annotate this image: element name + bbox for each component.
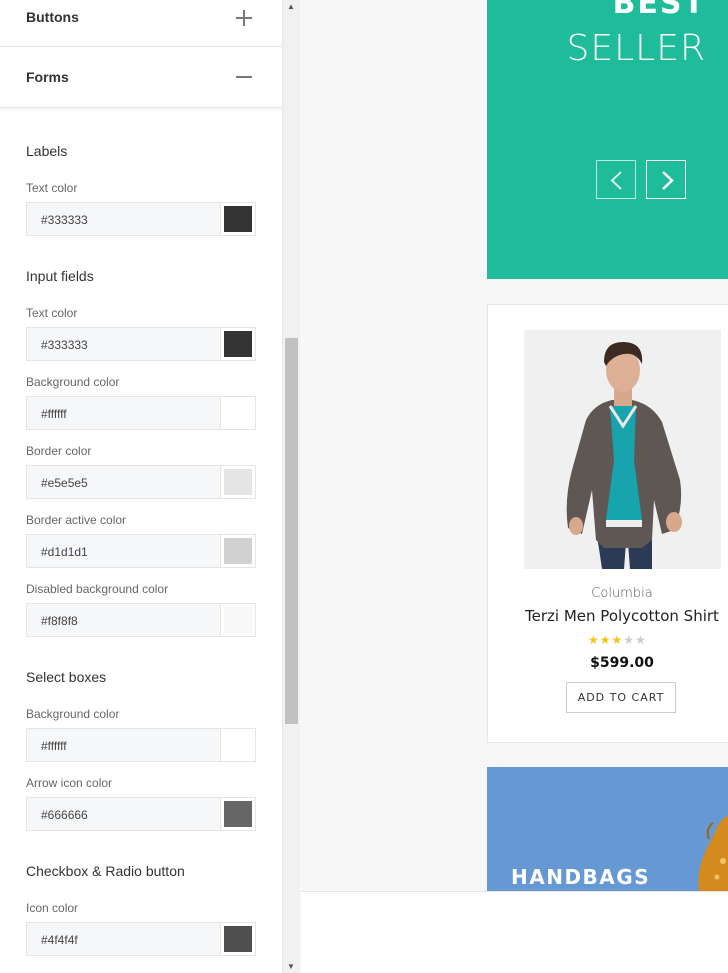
color-swatch (224, 607, 252, 633)
color-value[interactable]: #666666 (41, 808, 88, 822)
color-swatch-button[interactable] (220, 397, 255, 429)
color-swatch (224, 469, 252, 495)
select-background-color-field[interactable]: #ffffff (26, 728, 256, 762)
labels-text-color-field[interactable]: #333333 (26, 202, 256, 236)
section-title-select-boxes: Select boxes (26, 669, 107, 685)
color-value[interactable]: #333333 (41, 213, 88, 227)
accordion-forms[interactable]: Forms (0, 47, 282, 108)
field-label: Background color (26, 375, 120, 389)
carousel-next-button[interactable] (646, 160, 686, 199)
settings-panel: Buttons Forms Labels Text color #333333 … (0, 0, 282, 973)
color-swatch (224, 926, 252, 952)
color-swatch-button[interactable] (220, 466, 255, 498)
color-value[interactable]: #4f4f4f (41, 933, 78, 947)
accordion-buttons[interactable]: Buttons (0, 0, 282, 47)
best-seller-banner[interactable]: BEST SELLER (487, 0, 728, 279)
scroll-down-arrow-icon[interactable]: ▼ (286, 962, 296, 972)
handbag-image (698, 815, 728, 891)
input-border-color-field[interactable]: #e5e5e5 (26, 465, 256, 499)
star-filled-icon: ★ (599, 633, 611, 647)
star-filled-icon: ★ (588, 633, 599, 647)
color-swatch-button[interactable] (220, 798, 255, 830)
carousel-prev-button[interactable] (596, 160, 636, 199)
field-label: Background color (26, 707, 120, 721)
color-value[interactable]: #e5e5e5 (41, 476, 88, 490)
product-image[interactable] (524, 330, 721, 569)
product-card[interactable]: Columbia Terzi Men Polycotton Shirt ★★★★… (487, 304, 728, 743)
color-value[interactable]: #ffffff (41, 407, 67, 421)
select-arrow-icon-color-field[interactable]: #666666 (26, 797, 256, 831)
color-swatch-button[interactable] (220, 729, 255, 761)
input-text-color-field[interactable]: #333333 (26, 327, 256, 361)
star-filled-icon: ★ (611, 633, 623, 647)
field-label: Icon color (26, 901, 79, 915)
input-disabled-background-color-field[interactable]: #f8f8f8 (26, 603, 256, 637)
color-value[interactable]: #ffffff (41, 739, 67, 753)
banner-title-line2: SELLER (566, 28, 706, 69)
color-swatch (224, 538, 252, 564)
collection-title: HANDBAGS (511, 865, 651, 889)
color-swatch-button[interactable] (220, 923, 255, 955)
color-value[interactable]: #f8f8f8 (41, 614, 78, 628)
section-title-labels: Labels (26, 143, 68, 159)
color-value[interactable]: #d1d1d1 (41, 545, 88, 559)
field-label: Disabled background color (26, 582, 169, 596)
section-title-input-fields: Input fields (26, 268, 94, 284)
color-swatch (224, 331, 252, 357)
minus-icon[interactable] (236, 69, 252, 85)
color-swatch-button[interactable] (220, 203, 255, 235)
color-swatch-button[interactable] (220, 328, 255, 360)
scroll-up-arrow-icon[interactable]: ▲ (286, 2, 296, 12)
star-empty-icon: ★ (635, 633, 646, 647)
color-swatch-button[interactable] (220, 604, 255, 636)
section-title-checkbox-radio: Checkbox & Radio button (26, 863, 185, 879)
color-value[interactable]: #333333 (41, 338, 88, 352)
accordion-forms-label: Forms (26, 69, 69, 85)
color-swatch (224, 732, 252, 758)
checkbox-icon-color-field[interactable]: #4f4f4f (26, 922, 256, 956)
input-background-color-field[interactable]: #ffffff (26, 396, 256, 430)
scrollbar-thumb[interactable] (285, 338, 298, 724)
add-to-cart-button[interactable]: ADD TO CART (566, 682, 676, 713)
product-brand[interactable]: Columbia (488, 586, 728, 601)
handbags-collection-banner[interactable]: HANDBAGS (487, 767, 728, 891)
rating-stars: ★★★★★ (588, 631, 658, 647)
color-swatch (224, 801, 252, 827)
accordion-buttons-label: Buttons (26, 9, 79, 25)
preview-bottom-bar (301, 891, 728, 973)
field-label: Border active color (26, 513, 127, 527)
storefront-preview: BEST SELLER Columbia Terzi Men Polycotto… (301, 0, 728, 891)
product-price: $599.00 (590, 655, 654, 671)
field-label: Arrow icon color (26, 776, 113, 790)
color-swatch (224, 206, 252, 232)
field-label: Text color (26, 181, 78, 195)
color-swatch (224, 400, 252, 426)
star-empty-icon: ★ (623, 633, 635, 647)
banner-title-line1: BEST (612, 0, 706, 21)
input-border-active-color-field[interactable]: #d1d1d1 (26, 534, 256, 568)
chevron-left-icon (610, 171, 622, 190)
field-label: Border color (26, 444, 92, 458)
field-label: Text color (26, 306, 78, 320)
color-swatch-button[interactable] (220, 535, 255, 567)
product-name[interactable]: Terzi Men Polycotton Shirt (488, 607, 728, 625)
plus-icon[interactable] (236, 10, 252, 26)
chevron-right-icon (662, 171, 674, 190)
